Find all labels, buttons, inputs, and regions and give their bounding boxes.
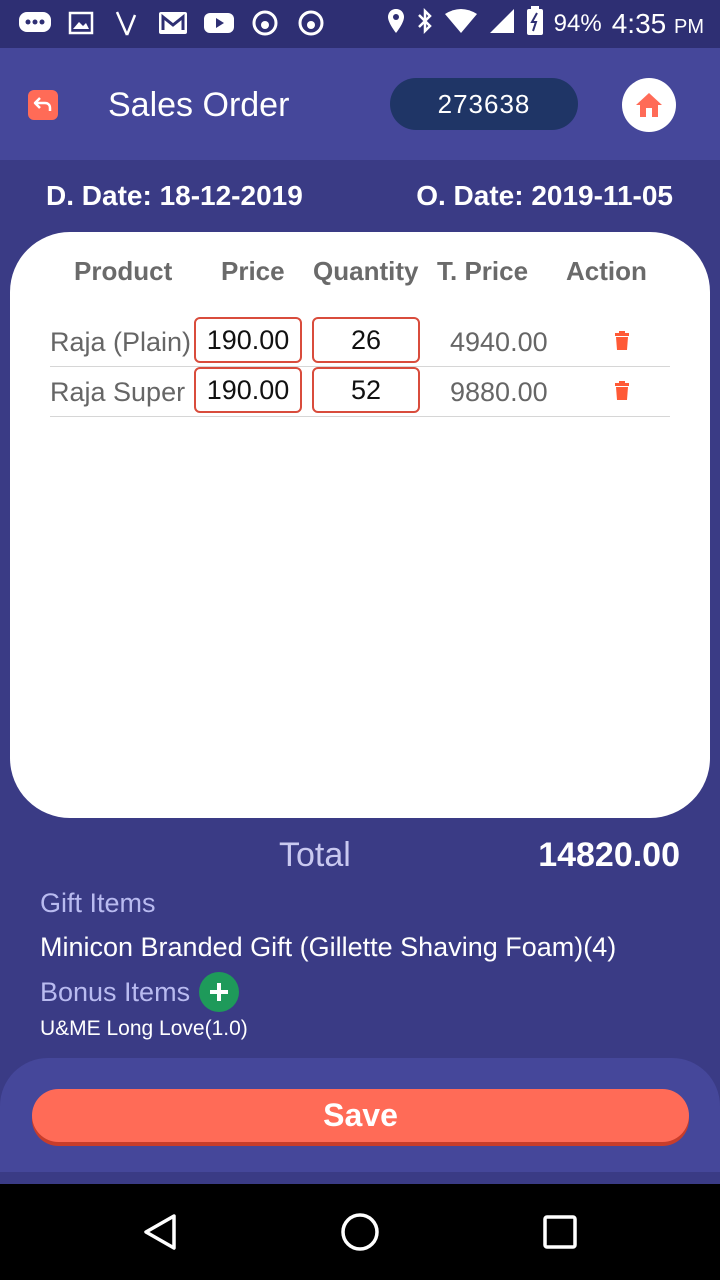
signal-tool-icon	[110, 8, 144, 38]
page-title: Sales Order	[108, 86, 290, 124]
home-nav-button[interactable]	[338, 1210, 382, 1254]
save-button[interactable]: Save	[32, 1089, 689, 1142]
cell-signal-icon	[488, 8, 516, 39]
recents-nav-button[interactable]	[538, 1210, 582, 1254]
clock-time: 4:35	[611, 7, 667, 39]
notification-icons	[18, 8, 328, 38]
back-arrow-icon	[33, 97, 52, 111]
gift-items-label: Gift Items	[40, 888, 156, 918]
line-total: 4940.00	[450, 327, 548, 357]
order-date: O. Date: 2019-11-05	[416, 180, 673, 211]
navigation-bar	[0, 1184, 720, 1280]
table-row: Raja (Plain) 190.00 26 4940.00	[50, 317, 670, 367]
header-action: Action	[566, 256, 647, 286]
clock: 4:35 PM	[612, 8, 704, 40]
trash-icon	[615, 331, 629, 350]
product-name: Raja (Plain)	[50, 327, 192, 357]
price-input[interactable]: 190.00	[194, 317, 302, 363]
uc-browser-icon	[248, 8, 282, 38]
total-label: Total	[279, 836, 351, 874]
chat-icon	[18, 8, 52, 38]
delete-button[interactable]	[612, 329, 632, 353]
product-name: Raja Super	[50, 377, 186, 407]
system-icons: 94% 4:35 PM	[386, 6, 704, 41]
back-nav-button[interactable]	[138, 1210, 182, 1254]
circle-home-icon	[341, 1213, 379, 1251]
bluetooth-icon	[416, 7, 434, 40]
plus-icon	[210, 983, 228, 1001]
app-header: Sales Order 273638	[0, 48, 720, 160]
trash-icon	[615, 381, 629, 400]
status-bar: 94% 4:35 PM	[0, 0, 720, 48]
header-quantity: Quantity	[313, 256, 419, 286]
clock-ampm: PM	[674, 15, 704, 38]
quantity-input[interactable]: 52	[312, 367, 420, 413]
location-icon	[386, 7, 406, 40]
gift-items-value: Minicon Branded Gift (Gillette Shaving F…	[40, 932, 617, 962]
home-icon	[636, 93, 662, 117]
header-product: Product	[74, 256, 173, 286]
gmail-icon	[156, 8, 190, 38]
youtube-icon	[202, 8, 236, 38]
bonus-items-value: U&ME Long Love(1.0)	[40, 1017, 248, 1040]
back-button[interactable]	[28, 90, 58, 120]
total-value: 14820.00	[538, 836, 680, 874]
home-button[interactable]	[622, 78, 676, 132]
image-icon	[64, 8, 98, 38]
triangle-back-icon	[144, 1214, 176, 1250]
wifi-icon	[444, 8, 478, 39]
delete-button[interactable]	[612, 379, 632, 403]
header-total-price: T. Price	[437, 256, 529, 286]
table-row: Raja Super 190.00 52 9880.00	[50, 367, 670, 417]
square-recents-icon	[543, 1215, 577, 1249]
battery-percent: 94%	[553, 9, 602, 37]
line-total: 9880.00	[450, 377, 548, 407]
order-number-badge: 273638	[390, 78, 578, 130]
bonus-items-label: Bonus Items	[40, 977, 191, 1007]
order-items-card: Product Price Quantity T. Price Action R…	[10, 232, 710, 818]
battery-icon	[526, 6, 544, 41]
quantity-input[interactable]: 26	[312, 317, 420, 363]
uc-browser-icon-2	[294, 8, 328, 38]
header-price: Price	[221, 256, 285, 286]
price-input[interactable]: 190.00	[194, 367, 302, 413]
add-bonus-button[interactable]	[199, 972, 239, 1012]
delivery-date: D. Date: 18-12-2019	[46, 180, 303, 211]
